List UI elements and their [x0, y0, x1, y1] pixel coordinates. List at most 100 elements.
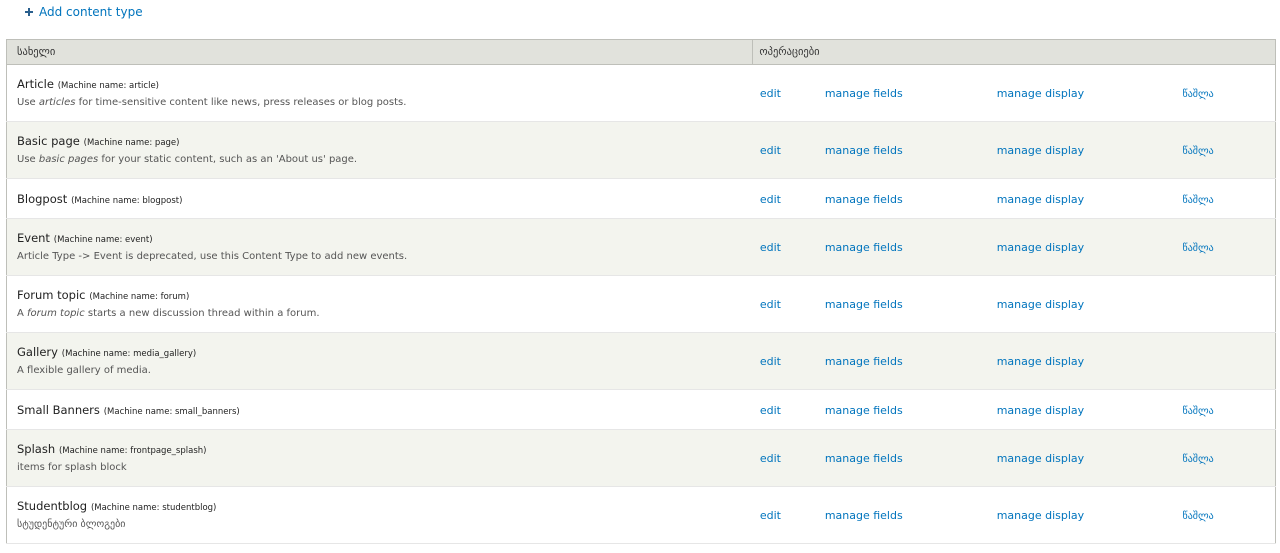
manage-fields-cell: manage fields: [824, 218, 997, 276]
edit-link[interactable]: edit: [760, 87, 781, 100]
manage-display-link[interactable]: manage display: [997, 193, 1084, 206]
delete-link[interactable]: წაშლა: [1183, 195, 1214, 206]
manage-display-link[interactable]: manage display: [997, 87, 1084, 100]
edit-link[interactable]: edit: [760, 298, 781, 311]
manage-fields-link[interactable]: manage fields: [825, 355, 903, 368]
delete-link[interactable]: წაშლა: [1183, 406, 1214, 417]
edit-link[interactable]: edit: [760, 355, 781, 368]
manage-display-link[interactable]: manage display: [997, 509, 1084, 522]
delete-link[interactable]: წაშლა: [1183, 146, 1214, 157]
description-text: A flexible gallery of media.: [17, 365, 151, 376]
description-text: for time-sensitive content like news, pr…: [75, 97, 407, 108]
edit-cell: edit: [752, 275, 825, 333]
type-name-line: Blogpost (Machine name: blogpost): [17, 192, 753, 206]
type-name-line: Article (Machine name: article): [17, 77, 753, 91]
edit-link[interactable]: edit: [760, 452, 781, 465]
edit-link[interactable]: edit: [760, 144, 781, 157]
delete-link[interactable]: წაშლა: [1183, 89, 1214, 100]
manage-fields-cell: manage fields: [824, 486, 997, 544]
machine-name: (Machine name: blogpost): [71, 195, 183, 206]
manage-display-link[interactable]: manage display: [997, 355, 1084, 368]
manage-display-cell: manage display: [996, 218, 1183, 276]
table-row: Event (Machine name: event) Article Type…: [6, 218, 1276, 276]
table-row: Studentblog (Machine name: studentblog) …: [6, 486, 1276, 544]
name-cell: Event (Machine name: event) Article Type…: [6, 218, 753, 276]
delete-cell: [1182, 275, 1276, 333]
manage-fields-link[interactable]: manage fields: [825, 87, 903, 100]
manage-fields-link[interactable]: manage fields: [825, 509, 903, 522]
manage-display-link[interactable]: manage display: [997, 298, 1084, 311]
description-emphasis: basic pages: [38, 154, 99, 165]
content-type-description: სტუდენტური ბლოგები: [17, 519, 753, 531]
delete-cell: წაშლა: [1182, 218, 1276, 276]
machine-name: (Machine name: small_banners): [103, 406, 240, 417]
description-text: Use: [17, 154, 39, 165]
manage-fields-link[interactable]: manage fields: [825, 241, 903, 254]
machine-name: (Machine name: forum): [89, 292, 190, 302]
name-cell: Studentblog (Machine name: studentblog) …: [6, 486, 753, 544]
description-text: სტუდენტური ბლოგები: [17, 519, 126, 530]
edit-cell: edit: [752, 178, 825, 219]
delete-link[interactable]: წაშლა: [1183, 511, 1214, 522]
manage-fields-link[interactable]: manage fields: [825, 193, 903, 206]
edit-link[interactable]: edit: [760, 404, 781, 417]
table-row: Basic page (Machine name: page) Use basi…: [6, 121, 1276, 179]
manage-fields-cell: manage fields: [824, 121, 997, 179]
delete-link[interactable]: წაშლა: [1183, 454, 1214, 465]
manage-fields-cell: manage fields: [824, 429, 997, 487]
type-name-line: Event (Machine name: event): [17, 231, 753, 245]
manage-display-link[interactable]: manage display: [997, 144, 1084, 157]
type-name-line: Forum topic (Machine name: forum): [17, 288, 753, 302]
type-name-line: Gallery (Machine name: media_gallery): [17, 345, 753, 359]
content-types-table: სახელი ოპერაციები Article (Machine name:…: [6, 39, 1276, 544]
description-emphasis: forum topic: [27, 308, 85, 319]
name-cell: Gallery (Machine name: media_gallery) A …: [6, 332, 753, 390]
edit-cell: edit: [752, 389, 825, 430]
manage-fields-cell: manage fields: [824, 275, 997, 333]
content-type-description: items for splash block: [17, 462, 753, 474]
table-row: Small Banners (Machine name: small_banne…: [6, 389, 1276, 430]
manage-fields-link[interactable]: manage fields: [825, 144, 903, 157]
table-row: Gallery (Machine name: media_gallery) A …: [6, 332, 1276, 390]
delete-cell: წაშლა: [1182, 121, 1276, 179]
manage-display-cell: manage display: [996, 332, 1183, 390]
edit-link[interactable]: edit: [760, 509, 781, 522]
manage-display-cell: manage display: [996, 389, 1183, 430]
edit-cell: edit: [752, 486, 825, 544]
type-name-line: Splash (Machine name: frontpage_splash): [17, 442, 753, 456]
manage-fields-link[interactable]: manage fields: [825, 452, 903, 465]
edit-cell: edit: [752, 429, 825, 487]
description-text: Use: [17, 97, 39, 108]
column-header-operations: ოპერაციები: [752, 39, 1276, 65]
content-type-name: Splash: [17, 442, 56, 456]
edit-link[interactable]: edit: [760, 193, 781, 206]
edit-cell: edit: [752, 64, 825, 122]
content-type-description: Article Type -> Event is deprecated, use…: [17, 251, 753, 263]
content-type-description: A forum topic starts a new discussion th…: [17, 308, 753, 320]
description-text: Article Type -> Event is deprecated, use…: [17, 251, 408, 262]
content-type-description: A flexible gallery of media.: [17, 365, 753, 377]
add-content-type-link[interactable]: Add content type: [25, 5, 143, 19]
manage-display-link[interactable]: manage display: [997, 452, 1084, 465]
machine-name: (Machine name: article): [57, 81, 159, 91]
description-text: A: [17, 308, 28, 319]
delete-cell: წაშლა: [1182, 429, 1276, 487]
table-row: Forum topic (Machine name: forum) A foru…: [6, 275, 1276, 333]
machine-name: (Machine name: event): [53, 235, 153, 245]
edit-cell: edit: [752, 218, 825, 276]
manage-fields-cell: manage fields: [824, 64, 997, 122]
manage-display-link[interactable]: manage display: [997, 241, 1084, 254]
delete-cell: წაშლა: [1182, 389, 1276, 430]
name-cell: Forum topic (Machine name: forum) A foru…: [6, 275, 753, 333]
manage-fields-link[interactable]: manage fields: [825, 404, 903, 417]
delete-link[interactable]: წაშლა: [1183, 243, 1214, 254]
manage-fields-link[interactable]: manage fields: [825, 298, 903, 311]
delete-cell: წაშლა: [1182, 178, 1276, 219]
content-type-name: Basic page: [17, 134, 80, 148]
manage-fields-cell: manage fields: [824, 178, 997, 219]
table-row: Splash (Machine name: frontpage_splash) …: [6, 429, 1276, 487]
manage-display-link[interactable]: manage display: [997, 404, 1084, 417]
edit-link[interactable]: edit: [760, 241, 781, 254]
content-type-description: Use articles for time-sensitive content …: [17, 97, 753, 109]
table-row: Blogpost (Machine name: blogpost) edit m…: [6, 178, 1276, 219]
